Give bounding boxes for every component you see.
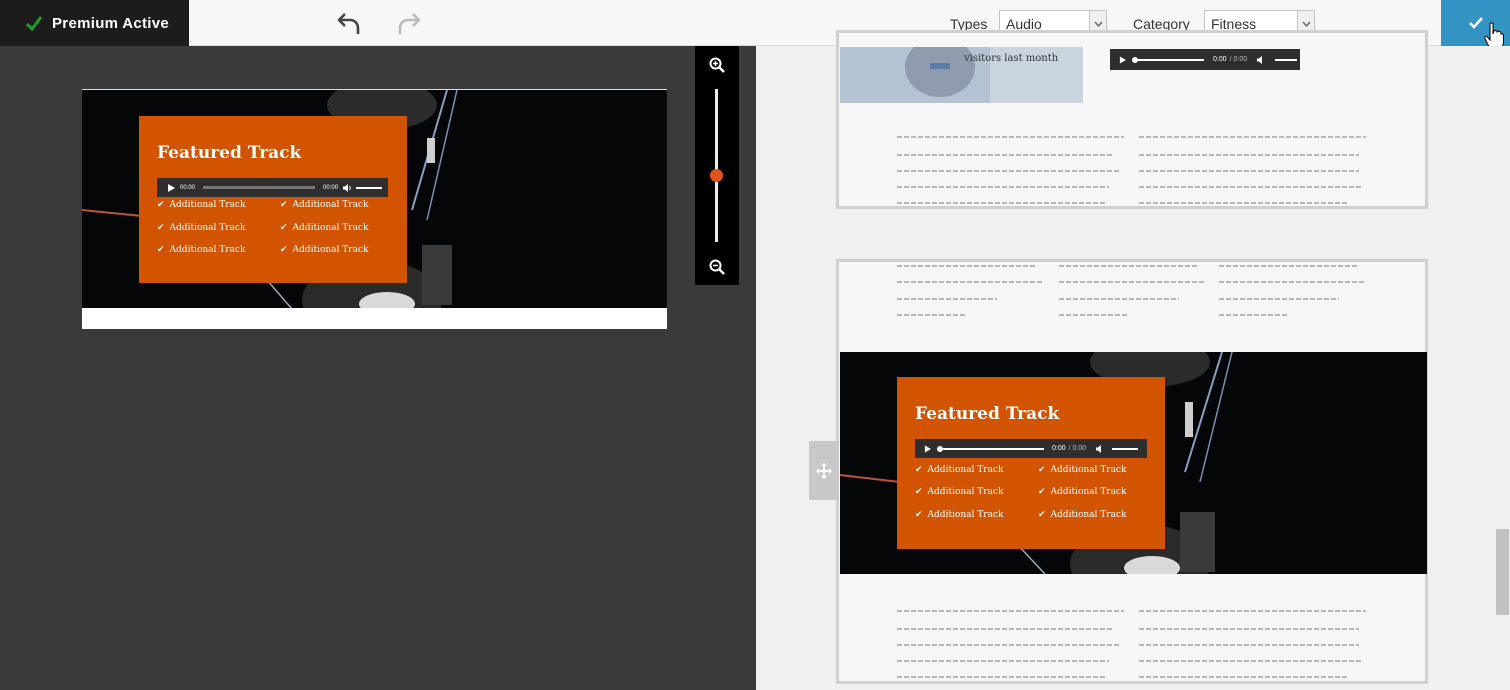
track-item[interactable]: ✔ Additional Track <box>915 487 1003 497</box>
check-icon: ✔ <box>915 487 923 497</box>
selected-template-preview[interactable]: Featured Track 00:00 00:00 ✔ Additional T… <box>82 89 667 329</box>
check-icon: ✔ <box>157 223 165 233</box>
undo-icon[interactable] <box>336 10 362 36</box>
volume-icon[interactable] <box>343 183 352 192</box>
template-card[interactable]: Featured Track 0:00 / 0:00 ✔ Additional T… <box>836 259 1428 684</box>
confirm-button[interactable] <box>1441 0 1510 50</box>
track-item[interactable]: ✔ Additional Track <box>1038 487 1126 497</box>
volume-icon[interactable] <box>1096 444 1105 453</box>
zoom-in-icon[interactable] <box>709 57 725 73</box>
zoom-out-icon[interactable] <box>709 259 725 275</box>
progress-bar[interactable] <box>1132 56 1204 63</box>
audio-player[interactable]: 00:00 00:00 <box>157 178 388 197</box>
progress-bar[interactable] <box>203 186 316 189</box>
zoom-control <box>695 46 739 285</box>
track-item[interactable]: ✔ Additional Track <box>1038 465 1126 475</box>
zoom-slider-thumb[interactable] <box>710 169 723 182</box>
track-item[interactable]: ✔ Additional Track <box>915 465 1003 475</box>
hero-image: Featured Track 0:00 / 0:00 ✔ Additional T… <box>840 352 1427 574</box>
zoom-slider-track[interactable] <box>715 89 718 242</box>
visitors-caption: visitors last month <box>964 53 1059 64</box>
check-icon: ✔ <box>280 245 288 255</box>
check-icon: ✔ <box>915 510 923 520</box>
volume-slider[interactable] <box>1112 447 1139 450</box>
track-item[interactable]: ✔ Additional Track <box>915 510 1003 520</box>
check-icon: ✔ <box>280 223 288 233</box>
volume-icon[interactable] <box>1257 55 1266 64</box>
scrollbar-thumb[interactable] <box>1496 529 1509 615</box>
track-item[interactable]: ✔ Additional Track <box>157 223 245 233</box>
featured-track-card: Featured Track 00:00 00:00 ✔ Additional T… <box>139 116 407 283</box>
audio-player[interactable]: 0:00 / 0:00 <box>915 439 1147 458</box>
hero-image: Featured Track 00:00 00:00 ✔ Additional T… <box>82 89 667 308</box>
progress-bar[interactable] <box>937 445 1044 452</box>
check-icon: ✔ <box>280 200 288 210</box>
template-card[interactable]: visitors last month 0:00 / 0:00 <box>836 30 1428 209</box>
track-item[interactable]: ✔ Additional Track <box>157 245 245 255</box>
play-icon[interactable] <box>167 183 175 192</box>
volume-slider[interactable] <box>1275 58 1298 61</box>
time-total: / 0:00 <box>1229 56 1248 63</box>
track-item[interactable]: ✔ Additional Track <box>1038 510 1126 520</box>
play-icon[interactable] <box>1119 56 1126 64</box>
track-item[interactable]: ✔ Additional Track <box>280 200 368 210</box>
redo-icon[interactable] <box>396 10 422 36</box>
check-icon: ✔ <box>1038 487 1046 497</box>
premium-status: Premium Active <box>0 0 189 46</box>
check-icon: ✔ <box>157 245 165 255</box>
featured-track-card: Featured Track 0:00 / 0:00 ✔ Additional T… <box>897 377 1165 549</box>
check-icon: ✔ <box>1038 510 1046 520</box>
volume-slider[interactable] <box>356 186 383 189</box>
audio-player[interactable]: 0:00 / 0:00 <box>1110 49 1300 70</box>
check-icon: ✔ <box>157 200 165 210</box>
time-current: 0:00 <box>1052 445 1066 452</box>
checkmark-icon <box>1468 17 1483 29</box>
track-item[interactable]: ✔ Additional Track <box>280 245 368 255</box>
check-icon <box>26 16 42 31</box>
premium-label: Premium Active <box>52 14 170 32</box>
featured-track-title: Featured Track <box>915 404 1060 424</box>
drag-handle[interactable] <box>809 441 839 500</box>
time-total: / 0:00 <box>1068 445 1087 452</box>
time-start: 00:00 <box>180 184 196 191</box>
move-icon <box>816 462 832 479</box>
check-icon: ✔ <box>915 465 923 475</box>
time-end: 00:00 <box>323 184 339 191</box>
time-current: 0:00 <box>1213 56 1227 63</box>
play-icon[interactable] <box>924 445 931 453</box>
track-item[interactable]: ✔ Additional Track <box>280 223 368 233</box>
featured-track-title: Featured Track <box>157 143 302 163</box>
track-item[interactable]: ✔ Additional Track <box>157 200 245 210</box>
check-icon: ✔ <box>1038 465 1046 475</box>
